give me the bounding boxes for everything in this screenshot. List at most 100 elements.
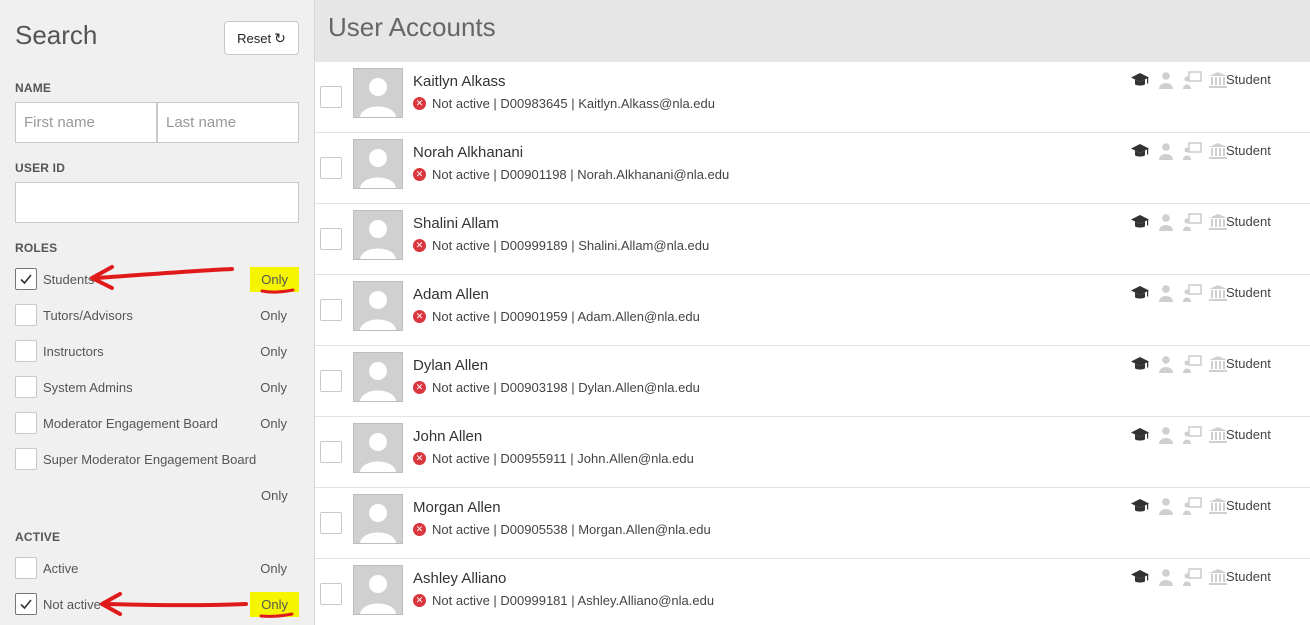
user-row[interactable]: Shalini Allam ✕ Not active | D00999189 |… xyxy=(315,204,1310,275)
not-active-icon: ✕ xyxy=(413,594,426,607)
role-text: Student xyxy=(1226,143,1271,158)
user-name[interactable]: Shalini Allam xyxy=(413,215,499,232)
user-row[interactable]: Adam Allen ✕ Not active | D00901959 | Ad… xyxy=(315,275,1310,346)
avatar xyxy=(353,494,403,544)
main-header: User Accounts xyxy=(315,0,1310,62)
checkmark-icon xyxy=(20,599,32,610)
user-details: Not active | D00901959 | Adam.Allen@nla.… xyxy=(432,309,700,324)
only-link[interactable]: Only xyxy=(260,416,287,431)
only-link[interactable]: Only xyxy=(260,561,287,576)
role-label: System Admins xyxy=(43,380,133,395)
super-moderator-checkbox[interactable] xyxy=(15,448,37,470)
not-active-icon: ✕ xyxy=(413,523,426,536)
reset-button[interactable]: Reset ↻ xyxy=(224,21,299,55)
institution-icon xyxy=(1208,568,1228,586)
active-checkbox[interactable] xyxy=(15,557,37,579)
row-checkbox[interactable] xyxy=(320,441,342,463)
graduation-cap-icon xyxy=(1130,142,1150,160)
active-option-not-active: Not active Only xyxy=(15,592,300,617)
only-link[interactable]: Only xyxy=(250,592,299,617)
institution-icon xyxy=(1208,284,1228,302)
user-meta: ✕ Not active | D00999181 | Ashley.Allian… xyxy=(413,593,714,608)
userid-section-label: USER ID xyxy=(15,161,66,175)
graduation-cap-icon xyxy=(1130,497,1150,515)
last-name-input[interactable] xyxy=(157,102,299,143)
userid-input[interactable] xyxy=(15,182,299,223)
user-row[interactable]: Norah Alkhanani ✕ Not active | D00901198… xyxy=(315,133,1310,204)
row-checkbox[interactable] xyxy=(320,583,342,605)
students-checkbox[interactable] xyxy=(15,268,37,290)
only-link[interactable]: Only xyxy=(250,267,299,292)
user-row[interactable]: John Allen ✕ Not active | D00955911 | Jo… xyxy=(315,417,1310,488)
row-checkbox[interactable] xyxy=(320,228,342,250)
user-accounts-panel: User Accounts Kaitlyn Alkass ✕ Not activ… xyxy=(315,0,1310,625)
user-details: Not active | D00999189 | Shalini.Allam@n… xyxy=(432,238,710,253)
user-name[interactable]: Ashley Alliano xyxy=(413,570,506,587)
only-link[interactable]: Only xyxy=(260,344,287,359)
only-link[interactable]: Only xyxy=(260,380,287,395)
user-row[interactable]: Morgan Allen ✕ Not active | D00905538 | … xyxy=(315,488,1310,559)
role-label: Students xyxy=(43,272,95,287)
role-text: Student xyxy=(1226,214,1271,229)
avatar-placeholder-icon xyxy=(354,140,402,188)
user-row[interactable]: Ashley Alliano ✕ Not active | D00999181 … xyxy=(315,559,1310,625)
user-row[interactable]: Dylan Allen ✕ Not active | D00903198 | D… xyxy=(315,346,1310,417)
not-active-icon: ✕ xyxy=(413,452,426,465)
person-icon xyxy=(1156,497,1176,515)
instructors-checkbox[interactable] xyxy=(15,340,37,362)
user-name[interactable]: Dylan Allen xyxy=(413,357,488,374)
active-label: Not active xyxy=(43,597,101,612)
moderator-checkbox[interactable] xyxy=(15,412,37,434)
role-text: Student xyxy=(1226,72,1271,87)
name-section-label: NAME xyxy=(15,81,52,95)
role-icons xyxy=(1130,426,1228,444)
presentation-icon xyxy=(1182,71,1202,89)
presentation-icon xyxy=(1182,426,1202,444)
role-icons xyxy=(1130,497,1228,515)
user-details: Not active | D00999181 | Ashley.Alliano@… xyxy=(432,593,715,608)
person-icon xyxy=(1156,284,1176,302)
user-name[interactable]: Adam Allen xyxy=(413,286,489,303)
first-name-input[interactable] xyxy=(15,102,157,143)
tutors-checkbox[interactable] xyxy=(15,304,37,326)
not-active-icon: ✕ xyxy=(413,97,426,110)
role-text: Student xyxy=(1226,356,1271,371)
user-meta: ✕ Not active | D00999189 | Shalini.Allam… xyxy=(413,238,709,253)
not-active-checkbox[interactable] xyxy=(15,593,37,615)
not-active-icon: ✕ xyxy=(413,310,426,323)
row-checkbox[interactable] xyxy=(320,157,342,179)
only-link[interactable]: Only xyxy=(261,488,288,503)
page-title: User Accounts xyxy=(328,12,496,42)
role-text: Student xyxy=(1226,569,1271,584)
not-active-icon: ✕ xyxy=(413,381,426,394)
not-active-icon: ✕ xyxy=(413,168,426,181)
user-name[interactable]: Morgan Allen xyxy=(413,499,501,516)
system-admins-checkbox[interactable] xyxy=(15,376,37,398)
role-option-super-moderator: Super Moderator Engagement Board xyxy=(15,448,300,472)
user-name[interactable]: Norah Alkhanani xyxy=(413,144,523,161)
role-icons xyxy=(1130,71,1228,89)
row-checkbox[interactable] xyxy=(320,370,342,392)
only-link[interactable]: Only xyxy=(260,308,287,323)
user-meta: ✕ Not active | D00903198 | Dylan.Allen@n… xyxy=(413,380,700,395)
row-checkbox[interactable] xyxy=(320,512,342,534)
avatar-placeholder-icon xyxy=(354,282,402,330)
row-checkbox[interactable] xyxy=(320,299,342,321)
role-label: Instructors xyxy=(43,344,104,359)
institution-icon xyxy=(1208,71,1228,89)
user-meta: ✕ Not active | D00983645 | Kaitlyn.Alkas… xyxy=(413,96,715,111)
role-option-moderator: Moderator Engagement Board Only xyxy=(15,412,300,436)
active-option-active: Active Only xyxy=(15,557,300,581)
role-text: Student xyxy=(1226,285,1271,300)
not-active-icon: ✕ xyxy=(413,239,426,252)
user-name[interactable]: Kaitlyn Alkass xyxy=(413,73,506,90)
row-checkbox[interactable] xyxy=(320,86,342,108)
avatar-placeholder-icon xyxy=(354,211,402,259)
institution-icon xyxy=(1208,213,1228,231)
graduation-cap-icon xyxy=(1130,568,1150,586)
user-name[interactable]: John Allen xyxy=(413,428,482,445)
role-option-tutors: Tutors/Advisors Only xyxy=(15,304,300,328)
person-icon xyxy=(1156,568,1176,586)
user-row[interactable]: Kaitlyn Alkass ✕ Not active | D00983645 … xyxy=(315,62,1310,133)
role-text: Student xyxy=(1226,498,1271,513)
